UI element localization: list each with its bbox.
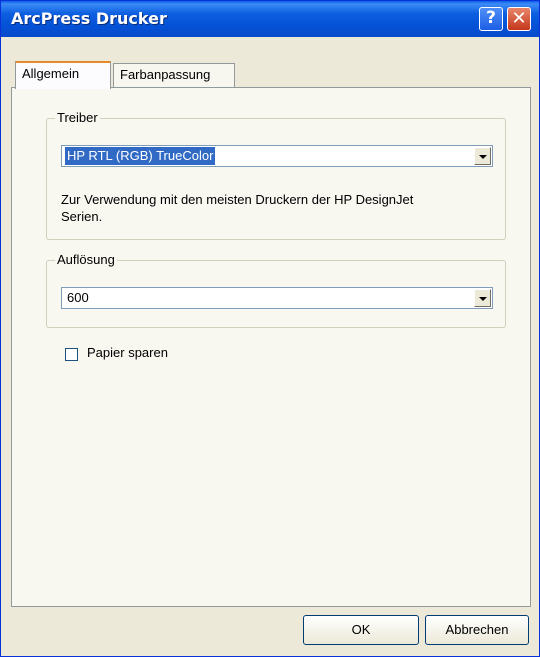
tab-allgemein[interactable]: Allgemein: [15, 61, 111, 89]
save-paper-checkbox[interactable]: [65, 348, 78, 361]
driver-description: Zur Verwendung mit den meisten Druckern …: [61, 192, 414, 224]
title-bar[interactable]: ArcPress Drucker ? ✕: [1, 1, 539, 37]
arcpress-dialog: ArcPress Drucker ? ✕ Farbanpassung Allge…: [0, 0, 540, 657]
cancel-button[interactable]: Abbrechen: [425, 615, 529, 645]
window-title: ArcPress Drucker: [11, 9, 167, 28]
driver-dropdown[interactable]: HP RTL (RGB) TrueColor: [61, 145, 493, 167]
driver-group-label: Treiber: [55, 110, 100, 125]
save-paper-label[interactable]: Papier sparen: [87, 345, 168, 360]
resolution-group: Auflösung 600: [46, 252, 506, 328]
tab-farbanpassung[interactable]: Farbanpassung: [113, 63, 235, 87]
chevron-down-icon[interactable]: [474, 147, 491, 165]
driver-selected-value: HP RTL (RGB) TrueColor: [65, 147, 216, 165]
help-icon[interactable]: ?: [479, 7, 503, 31]
chevron-down-icon[interactable]: [474, 289, 491, 307]
resolution-dropdown[interactable]: 600: [61, 287, 493, 309]
close-icon[interactable]: ✕: [507, 7, 531, 31]
resolution-selected-value: 600: [67, 290, 89, 305]
resolution-group-label: Auflösung: [55, 252, 117, 267]
driver-group: Treiber HP RTL (RGB) TrueColor Zur Verwe…: [46, 110, 506, 240]
ok-button[interactable]: OK: [303, 615, 419, 645]
